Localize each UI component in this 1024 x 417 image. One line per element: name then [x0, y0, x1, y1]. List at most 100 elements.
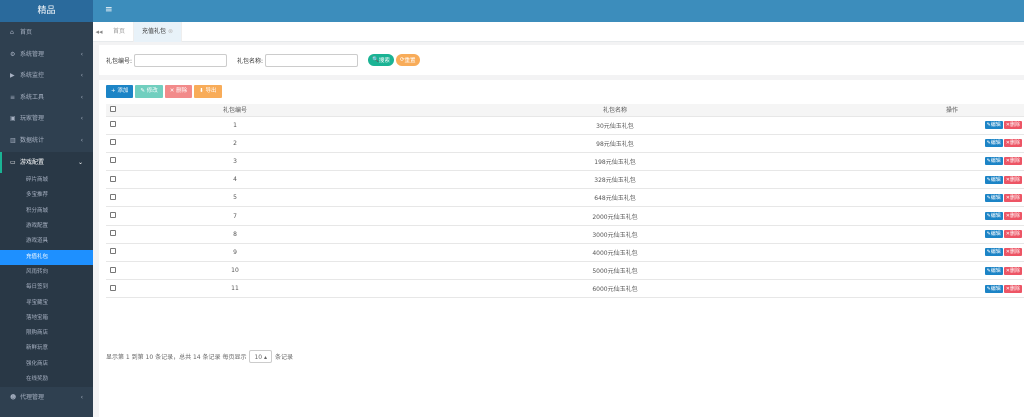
row-delete-button[interactable]: ✕删除 — [1003, 284, 1022, 293]
page-size-select[interactable]: 10 ▴ — [249, 350, 273, 363]
sidebar-item-6[interactable]: ▭ 游戏配置 ⌄ — [0, 151, 93, 174]
row-edit-button[interactable]: ✎编辑 — [984, 193, 1003, 202]
sidebar-subitem[interactable]: 每日签到 — [0, 280, 93, 295]
select-all-checkbox[interactable] — [110, 105, 116, 112]
tab-label: 首页 — [113, 27, 126, 35]
row-delete-button[interactable]: ✕删除 — [1003, 193, 1022, 202]
table-row[interactable]: 7 2000元仙玉礼包 ✎编辑 ✕删除 — [106, 206, 1024, 226]
sidebar-item-0[interactable]: ⌂ 首页 — [0, 22, 93, 44]
edit-button[interactable]: ✎ 修改 — [135, 85, 163, 98]
row-delete-button[interactable]: ✕删除 — [1003, 248, 1022, 257]
actions-cell: ✎编辑 ✕删除 — [880, 206, 1024, 226]
row-edit-button[interactable]: ✎编辑 — [984, 230, 1003, 239]
sidebar-subitem[interactable]: 寻宝藏宝 — [0, 296, 93, 311]
row-edit-button[interactable]: ✎编辑 — [984, 212, 1003, 221]
sidebar: 精品 ⌂ 首页 ⚙ 系统管理 ‹ ▶ 系统监控 ‹ ≡ 系统工具 ‹ ▣ 玩家管理 ‹ ▥ 数据统计 ‹ ▭ 游戏配… — [0, 0, 93, 417]
row-edit-label: 编辑 — [990, 140, 1001, 147]
sidebar-subitem[interactable]: 新鲜玩意 — [0, 341, 93, 356]
row-checkbox[interactable] — [110, 266, 116, 273]
row-edit-button[interactable]: ✎编辑 — [984, 266, 1003, 275]
pack-id-cell: 9 — [120, 243, 350, 263]
sidebar-subitem[interactable]: 限购商店 — [0, 326, 93, 341]
sidebar-subitem[interactable]: 积分商城 — [0, 204, 93, 219]
pagination-suffix: 条记录 — [275, 354, 294, 361]
sidebar-item-agent[interactable]: ☻ 代理管理 ‹ — [0, 387, 93, 409]
pack-id-cell: 7 — [120, 206, 350, 226]
chevron-down-icon: ⌄ — [77, 158, 83, 166]
tab-scroll-left-icon[interactable]: ◂◂ — [93, 28, 105, 36]
row-delete-label: 删除 — [1009, 249, 1020, 256]
bars-icon: ≡ — [10, 93, 16, 101]
add-button[interactable]: + 添加 — [106, 85, 134, 98]
pack-id-input[interactable] — [134, 53, 228, 67]
sidebar-item-4[interactable]: ▣ 玩家管理 ‹ — [0, 108, 93, 130]
export-button[interactable]: ⬇ 导出 — [194, 85, 222, 98]
sidebar-item-3[interactable]: ≡ 系统工具 ‹ — [0, 87, 93, 109]
search-button[interactable]: 🔍 搜索 — [368, 54, 394, 66]
delete-button[interactable]: ✕ 删除 — [164, 85, 193, 98]
sidebar-subitem[interactable]: 强化商店 — [0, 357, 93, 372]
row-delete-label: 删除 — [1009, 140, 1020, 147]
row-delete-button[interactable]: ✕删除 — [1003, 266, 1022, 275]
row-checkbox[interactable] — [110, 248, 116, 255]
sidebar-item-5[interactable]: ▥ 数据统计 ‹ — [0, 130, 93, 152]
sidebar-subitem[interactable]: 游戏道具 — [0, 234, 93, 249]
row-delete-button[interactable]: ✕删除 — [1003, 175, 1022, 184]
app-root: 精品 ⌂ 首页 ⚙ 系统管理 ‹ ▶ 系统监控 ‹ ≡ 系统工具 ‹ ▣ 玩家管理 ‹ ▥ 数据统计 ‹ ▭ 游戏配… — [0, 0, 1024, 417]
close-icon[interactable]: ⊗ — [168, 28, 173, 35]
search-icon: 🔍 — [372, 57, 379, 63]
row-edit-button[interactable]: ✎编辑 — [984, 175, 1003, 184]
table-row[interactable]: 1 30元仙玉礼包 ✎编辑 ✕删除 — [106, 116, 1024, 135]
hamburger-icon[interactable]: ≡ — [105, 5, 113, 15]
row-edit-button[interactable]: ✎编辑 — [984, 248, 1003, 257]
sidebar-subitem[interactable]: 落地宝箱 — [0, 311, 93, 326]
table-row[interactable]: 4 328元仙玉礼包 ✎编辑 ✕删除 — [106, 170, 1024, 190]
row-checkbox[interactable] — [110, 121, 116, 128]
row-edit-button[interactable]: ✎编辑 — [984, 157, 1003, 166]
table-row[interactable]: 2 98元仙玉礼包 ✎编辑 ✕删除 — [106, 134, 1024, 153]
sidebar-subitem[interactable]: 游戏配置 — [0, 219, 93, 234]
table-row[interactable]: 3 198元仙玉礼包 ✎编辑 ✕删除 — [106, 152, 1024, 172]
row-delete-button[interactable]: ✕删除 — [1003, 157, 1022, 166]
row-select-cell — [106, 261, 120, 281]
pack-id-cell: 5 — [120, 188, 350, 208]
row-delete-button[interactable]: ✕删除 — [1003, 230, 1022, 239]
col-pack-name[interactable]: 礼包名称 — [350, 104, 880, 117]
users-icon: ☻ — [10, 394, 17, 402]
table-row[interactable]: 11 6000元仙玉礼包 ✎编辑 ✕删除 — [106, 279, 1024, 299]
sidebar-subitem[interactable]: 碎片商城 — [0, 173, 93, 188]
pack-id-cell: 4 — [120, 170, 350, 190]
row-edit-label: 编辑 — [990, 285, 1001, 292]
col-pack-id[interactable]: 礼包编号 — [120, 104, 350, 117]
row-checkbox[interactable] — [110, 284, 116, 291]
row-edit-button[interactable]: ✎编辑 — [984, 139, 1003, 148]
row-edit-button[interactable]: ✎编辑 — [984, 121, 1003, 130]
pack-name-input[interactable] — [265, 53, 359, 67]
row-checkbox[interactable] — [110, 139, 116, 146]
sidebar-subitem[interactable]: 风雨转向 — [0, 265, 93, 280]
sidebar-item-2[interactable]: ▶ 系统监控 ‹ — [0, 65, 93, 87]
sidebar-subitem[interactable]: 充值礼包 — [0, 249, 93, 265]
row-edit-button[interactable]: ✎编辑 — [984, 284, 1003, 293]
table-row[interactable]: 9 4000元仙玉礼包 ✎编辑 ✕删除 — [106, 243, 1024, 263]
tab-recharge-pack[interactable]: 充值礼包 ⊗ — [134, 21, 183, 42]
row-delete-button[interactable]: ✕删除 — [1003, 121, 1022, 130]
row-delete-button[interactable]: ✕删除 — [1003, 139, 1022, 148]
pack-name-cell: 4000元仙玉礼包 — [350, 243, 880, 263]
reset-button[interactable]: ⟳ 重置 — [395, 54, 420, 66]
row-delete-label: 删除 — [1009, 285, 1020, 292]
row-checkbox[interactable] — [110, 175, 116, 182]
sidebar-subitem[interactable]: 在线奖励 — [0, 372, 93, 387]
delete-button-label: 删除 — [176, 88, 188, 94]
row-checkbox[interactable] — [110, 193, 116, 200]
sidebar-subitem[interactable]: 多宝推荐 — [0, 188, 93, 203]
sidebar-item-1[interactable]: ⚙ 系统管理 ‹ — [0, 44, 93, 66]
row-checkbox[interactable] — [110, 230, 116, 237]
row-checkbox[interactable] — [110, 212, 116, 219]
table-row[interactable]: 10 5000元仙玉礼包 ✎编辑 ✕删除 — [106, 261, 1024, 281]
row-delete-button[interactable]: ✕删除 — [1003, 212, 1022, 221]
table-row[interactable]: 5 648元仙玉礼包 ✎编辑 ✕删除 — [106, 188, 1024, 208]
row-checkbox[interactable] — [110, 157, 116, 164]
table-row[interactable]: 8 3000元仙玉礼包 ✎编辑 ✕删除 — [106, 225, 1024, 244]
tab-home[interactable]: 首页 — [105, 21, 135, 42]
